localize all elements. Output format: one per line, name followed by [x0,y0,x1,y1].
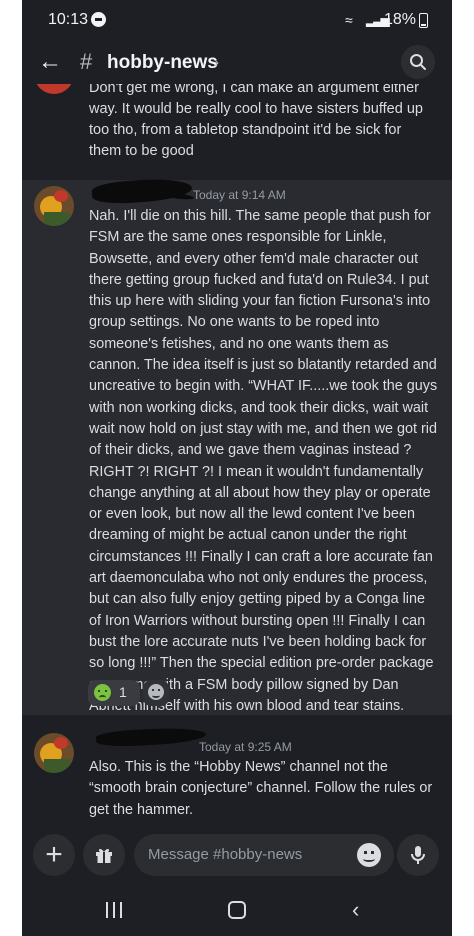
gift-icon [96,848,112,863]
channel-name[interactable]: hobby-news [107,52,218,74]
redacted-username [91,176,193,206]
recent-apps-icon[interactable] [106,902,124,918]
status-bar: 10:13 ≈ ▂▃▅ 18% [22,0,452,40]
system-back-icon[interactable]: ‹ [352,897,359,923]
battery-icon [419,13,428,28]
add-attachment-button[interactable]: + [33,834,75,876]
wifi-icon: ≈ [345,12,353,28]
message-item[interactable]: Today at 9:14 AM Nah. I'll die on this h… [22,176,452,715]
chevron-right-icon[interactable]: › [214,54,219,71]
avatar[interactable] [34,84,74,94]
message-list[interactable]: Don't get me wrong, I can make an argume… [22,84,452,826]
system-navigation-bar: ‹ [22,886,452,936]
message-text: Don't get me wrong, I can make an argume… [89,84,423,159]
channel-header: ← # hobby-news › [22,40,452,84]
message-input-placeholder: Message #hobby-news [148,846,303,863]
message-input[interactable]: Message #hobby-news [134,834,394,876]
back-arrow-icon[interactable]: ← [38,48,66,76]
home-icon[interactable] [228,901,246,919]
microphone-icon [411,846,425,864]
message-text: Also. This is the “Hobby News” channel n… [89,759,433,818]
add-reaction-button[interactable] [143,680,169,706]
avatar[interactable] [34,186,74,226]
gift-button[interactable] [83,834,125,876]
channel-hash-icon: # [80,49,93,74]
voice-message-button[interactable] [397,834,439,876]
smiley-icon [148,684,164,700]
battery-percent: 18% [384,11,417,28]
phone-screen: 10:13 ≈ ▂▃▅ 18% ← # hobby-news › Don't g… [22,0,452,936]
avatar[interactable] [34,733,74,773]
message-composer: + Message #hobby-news [22,826,452,886]
reaction-count: 1 [119,684,127,700]
reaction-chip[interactable]: 1 [88,680,140,706]
nauseated-face-icon [94,684,111,701]
search-icon [410,54,426,70]
message-timestamp: Today at 9:25 AM [199,740,292,754]
status-time: 10:13 [48,11,89,28]
message-item-previous[interactable]: Don't get me wrong, I can make an argume… [22,84,452,180]
search-button[interactable] [401,45,435,79]
emoji-icon[interactable] [357,843,381,867]
message-timestamp: Today at 9:14 AM [193,188,286,202]
message-text: Nah. I'll die on this hill. The same peo… [89,208,438,714]
message-item[interactable]: Today at 9:25 AM Also. This is the “Hobb… [22,715,452,826]
redacted-username [95,726,207,748]
do-not-disturb-icon [91,12,106,27]
